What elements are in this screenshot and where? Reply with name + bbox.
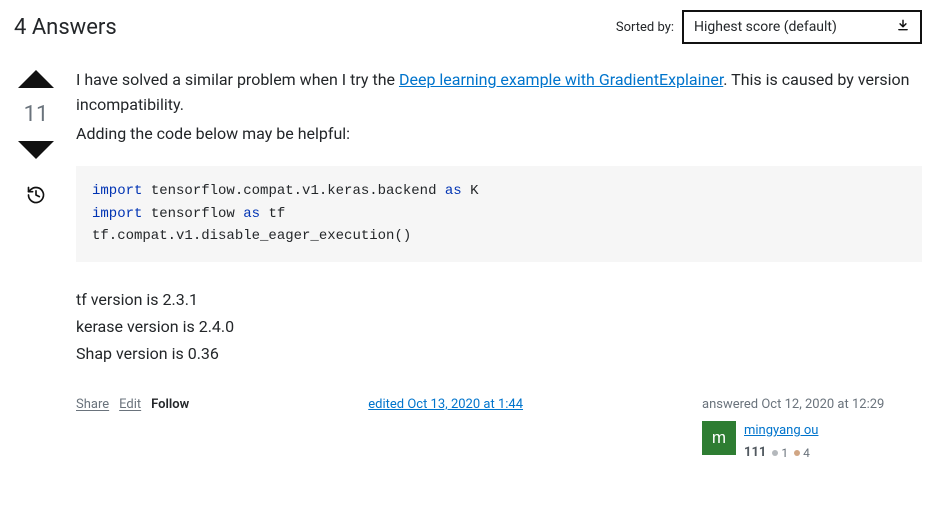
vote-count: 11 xyxy=(24,102,49,127)
version-line: kerase version is 2.4.0 xyxy=(76,313,922,340)
gradient-explainer-link[interactable]: Deep learning example with GradientExpla… xyxy=(399,70,723,89)
edited-link[interactable]: edited Oct 13, 2020 at 1:44 xyxy=(368,397,523,412)
answer-paragraph-2: Adding the code below may be helpful: xyxy=(76,122,922,147)
answers-count-title: 4 Answers xyxy=(14,15,117,40)
downvote-button[interactable] xyxy=(18,141,54,159)
share-link[interactable]: Share xyxy=(76,395,109,415)
edited-info: edited Oct 13, 2020 at 1:44 xyxy=(368,395,523,415)
upvote-button[interactable] xyxy=(18,70,54,88)
sort-select[interactable]: Highest score (default) xyxy=(682,10,922,44)
bronze-badge: 4 xyxy=(794,444,810,463)
reputation: 111 xyxy=(744,443,766,463)
silver-badge: 1 xyxy=(772,444,788,463)
code-block: import tensorflow.compat.v1.keras.backen… xyxy=(76,166,922,261)
answer-text-before: I have solved a similar problem when I t… xyxy=(76,70,399,89)
username-link[interactable]: mingyang ou xyxy=(744,421,818,441)
avatar[interactable]: m xyxy=(702,421,736,455)
timeline-icon[interactable] xyxy=(26,185,46,209)
sort-label: Sorted by: xyxy=(616,20,674,35)
download-icon xyxy=(896,18,910,36)
sort-selected-value: Highest score (default) xyxy=(694,19,837,35)
post-actions: Share Edit Follow xyxy=(76,395,189,415)
version-line: tf version is 2.3.1 xyxy=(76,286,922,313)
versions-block: tf version is 2.3.1 kerase version is 2.… xyxy=(76,286,922,368)
follow-button[interactable]: Follow xyxy=(151,395,189,415)
answer-paragraph-1: I have solved a similar problem when I t… xyxy=(76,68,922,118)
edit-link[interactable]: Edit xyxy=(119,395,141,415)
user-card: answered Oct 12, 2020 at 12:29 m mingyan… xyxy=(702,395,922,463)
version-line: Shap version is 0.36 xyxy=(76,340,922,367)
answered-time: answered Oct 12, 2020 at 12:29 xyxy=(702,395,922,415)
